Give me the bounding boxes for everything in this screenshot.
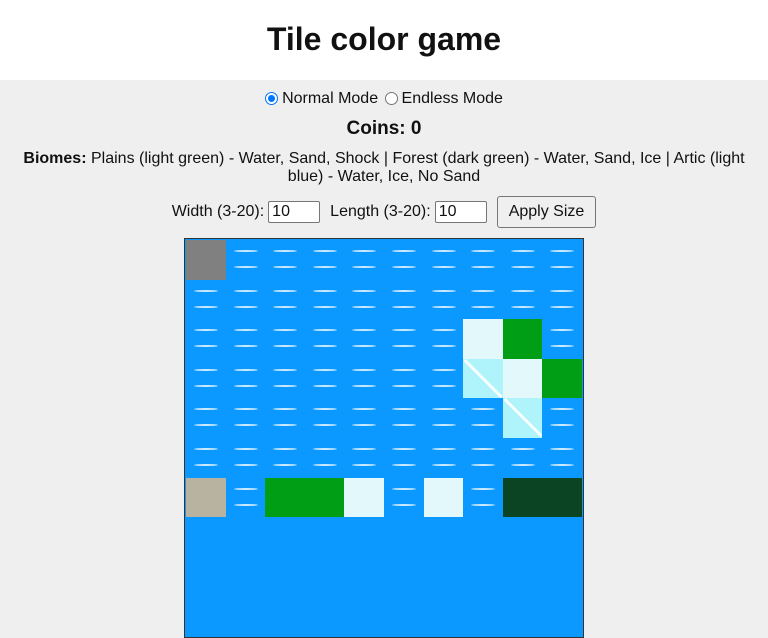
mode-endless-label[interactable]: Endless Mode: [402, 89, 503, 109]
tile-water[interactable]: [423, 279, 464, 320]
length-label: Length (3-20):: [330, 203, 431, 220]
tile-water[interactable]: [423, 358, 464, 399]
tile-water[interactable]: [502, 279, 543, 320]
tile-water[interactable]: [186, 358, 226, 399]
tile-ice[interactable]: [423, 477, 464, 518]
biomes-text: Plains (light green) - Water, Sand, Shoc…: [90, 150, 745, 185]
tile-water[interactable]: [423, 240, 464, 280]
tile-rock[interactable]: [186, 240, 226, 280]
page-title: Tile color game: [266, 21, 502, 57]
mode-endless-option[interactable]: Endless Mode: [383, 89, 503, 109]
tile-sand[interactable]: [186, 477, 226, 518]
tile-forest[interactable]: [502, 477, 543, 518]
tile-water[interactable]: [383, 358, 424, 399]
tile-water[interactable]: [304, 279, 345, 320]
tile-water[interactable]: [225, 319, 266, 359]
tile-water[interactable]: [265, 358, 305, 399]
tile-water[interactable]: [344, 437, 384, 478]
tile-water[interactable]: [463, 477, 503, 518]
size-controls: Width (3-20): 10 Length (3-20): 10 Apply…: [0, 196, 768, 228]
tile-water[interactable]: [463, 398, 503, 438]
mode-endless-radio[interactable]: [384, 91, 398, 105]
tile-water[interactable]: [225, 398, 266, 438]
tile-water[interactable]: [344, 398, 384, 438]
header: Tile color game: [0, 0, 768, 80]
tile-water[interactable]: [542, 240, 582, 280]
tile-plains[interactable]: [265, 477, 305, 518]
tile-water[interactable]: [265, 437, 305, 478]
tile-water[interactable]: [186, 319, 226, 359]
tile-water[interactable]: [542, 279, 582, 320]
tile-water[interactable]: [344, 240, 384, 280]
biomes-legend: Biomes: Plains (light green) - Water, Sa…: [20, 150, 748, 186]
tile-water[interactable]: [225, 477, 266, 518]
length-input[interactable]: 10: [434, 201, 487, 223]
tile-water[interactable]: [344, 279, 384, 320]
tile-water[interactable]: [225, 240, 266, 280]
tile-water[interactable]: [344, 319, 384, 359]
mode-normal-radio[interactable]: [265, 91, 279, 105]
tile-water[interactable]: [423, 437, 464, 478]
tile-ice[interactable]: [344, 477, 384, 518]
tile-water[interactable]: [383, 319, 424, 359]
tile-water[interactable]: [344, 358, 384, 399]
tile-water[interactable]: [186, 279, 226, 320]
tile-water[interactable]: [383, 477, 424, 518]
tile-water[interactable]: [423, 398, 464, 438]
tile-water[interactable]: [265, 398, 305, 438]
tile-water[interactable]: [186, 398, 226, 438]
apply-size-button[interactable]: Apply Size: [496, 196, 597, 228]
tile-water[interactable]: [383, 279, 424, 320]
tile-ice[interactable]: [502, 358, 543, 399]
biomes-label: Biomes:: [23, 150, 87, 167]
tile-water[interactable]: [423, 319, 464, 359]
width-label: Width (3-20):: [171, 203, 265, 220]
tile-water[interactable]: [225, 358, 266, 399]
tile-plains[interactable]: [304, 477, 345, 518]
tile-water[interactable]: [304, 398, 345, 438]
tile-water[interactable]: [463, 279, 503, 320]
tile-water[interactable]: [463, 240, 503, 280]
tile-water[interactable]: [304, 240, 345, 280]
tile-plains[interactable]: [542, 358, 582, 399]
tile-water[interactable]: [225, 437, 266, 478]
mode-selector: Normal Mode Endless Mode: [0, 89, 768, 112]
tile-water[interactable]: [542, 319, 582, 359]
mode-normal-label[interactable]: Normal Mode: [282, 89, 378, 109]
mode-normal-option[interactable]: Normal Mode: [265, 89, 378, 109]
tile-water[interactable]: [304, 358, 345, 399]
tile-water[interactable]: [186, 437, 226, 478]
tile-shock[interactable]: [502, 398, 543, 438]
tile-water[interactable]: [304, 437, 345, 478]
tile-water[interactable]: [542, 437, 582, 478]
tile-water[interactable]: [542, 398, 582, 438]
tile-water[interactable]: [463, 437, 503, 478]
coins-counter: Coins: 0: [346, 118, 422, 139]
tile-water[interactable]: [383, 240, 424, 280]
tile-shock[interactable]: [463, 358, 503, 399]
tile-forest[interactable]: [542, 477, 582, 518]
tile-water[interactable]: [304, 319, 345, 359]
tile-ice[interactable]: [463, 319, 503, 359]
tile-grid: [186, 240, 582, 636]
tile-water[interactable]: [265, 240, 305, 280]
tile-water[interactable]: [502, 240, 543, 280]
tile-water[interactable]: [265, 279, 305, 320]
tile-water[interactable]: [265, 319, 305, 359]
game-board: [184, 238, 584, 638]
tile-plains[interactable]: [502, 319, 543, 359]
tile-water[interactable]: [225, 279, 266, 320]
width-input[interactable]: 10: [268, 201, 321, 223]
tile-water[interactable]: [383, 398, 424, 438]
tile-water[interactable]: [502, 437, 543, 478]
tile-water[interactable]: [383, 437, 424, 478]
